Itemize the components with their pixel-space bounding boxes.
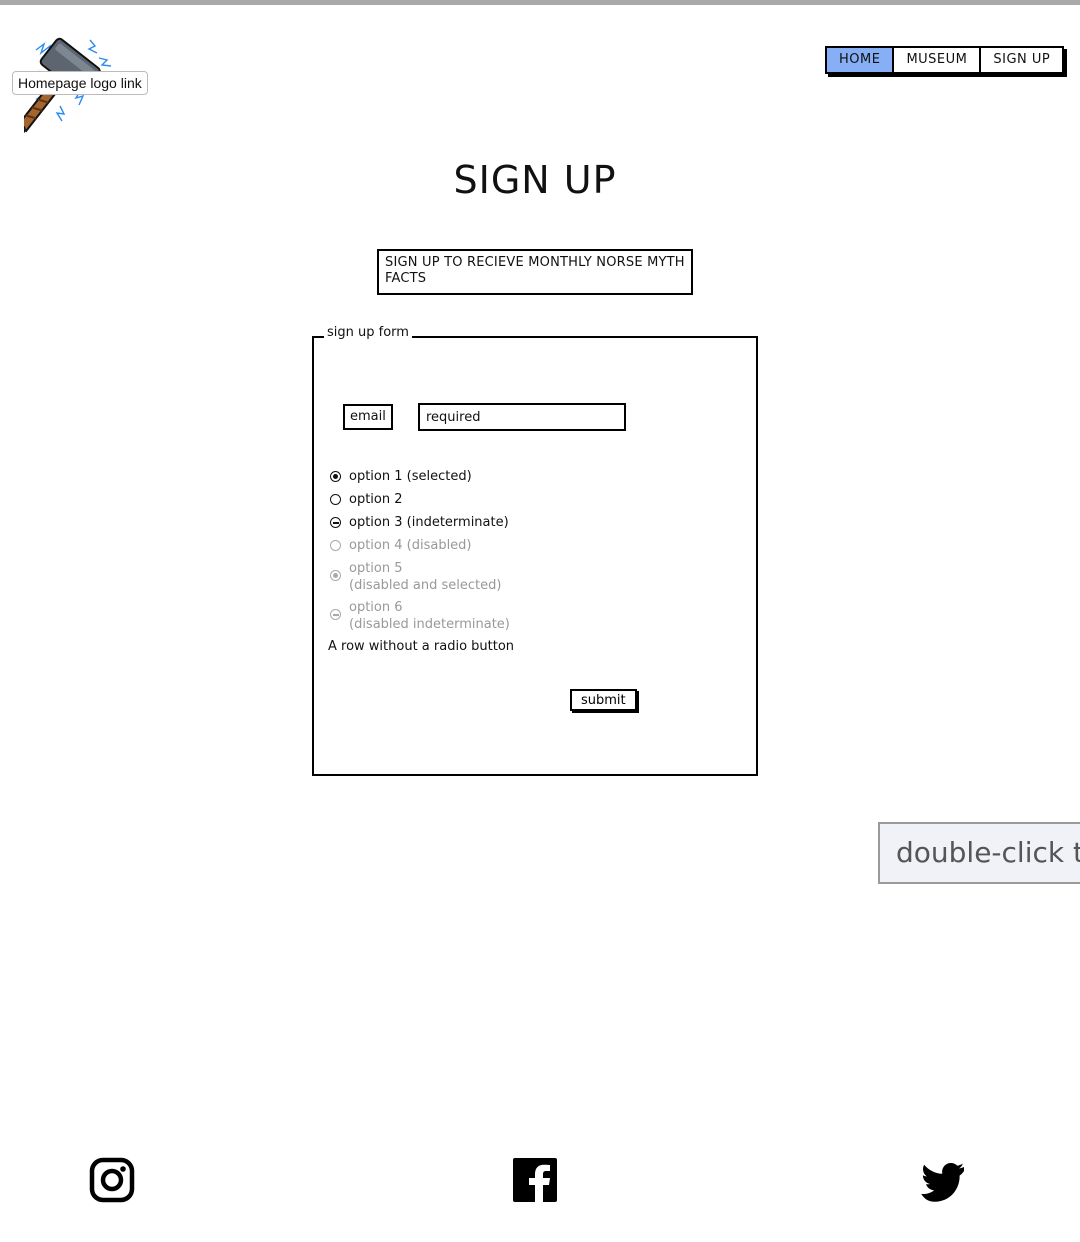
instagram-link[interactable] xyxy=(89,1157,135,1203)
radio-label: option 4 (disabled) xyxy=(349,538,472,553)
radio-disabled-selected-icon xyxy=(330,570,341,581)
twitter-icon xyxy=(921,1163,964,1202)
radio-sublabel: (disabled and selected) xyxy=(349,578,502,593)
radio-disabled-indeterminate-icon xyxy=(330,609,341,620)
facebook-icon xyxy=(513,1158,557,1202)
page-title: SIGN UP xyxy=(453,158,617,203)
top-border xyxy=(0,0,1080,5)
radio-icon[interactable] xyxy=(330,494,341,505)
radio-label: option 2 xyxy=(349,492,403,507)
radio-label: option 3 (indeterminate) xyxy=(349,515,509,530)
submit-button[interactable]: submit xyxy=(570,689,637,711)
sign-up-form xyxy=(312,336,758,776)
radio-label: option 5 xyxy=(349,561,403,576)
twitter-link[interactable] xyxy=(920,1157,966,1203)
radio-selected-icon[interactable] xyxy=(330,471,341,482)
radio-option-6: option 6 (disabled indeterminate) xyxy=(330,599,510,633)
facebook-link[interactable] xyxy=(512,1157,558,1203)
nav-home[interactable]: HOME xyxy=(827,48,895,72)
radio-disabled-icon xyxy=(330,540,341,551)
radio-option-1[interactable]: option 1 (selected) xyxy=(330,468,472,485)
radio-option-3[interactable]: option 3 (indeterminate) xyxy=(330,514,509,531)
email-input[interactable] xyxy=(418,403,626,431)
radio-option-2[interactable]: option 2 xyxy=(330,491,403,508)
radio-option-5: option 5 (disabled and selected) xyxy=(330,560,501,594)
form-legend: sign up form xyxy=(324,325,412,341)
radio-label: option 6 xyxy=(349,600,403,615)
radio-option-4: option 4 (disabled) xyxy=(330,537,472,554)
instagram-icon xyxy=(89,1157,135,1203)
nav-museum[interactable]: MUSEUM xyxy=(894,48,982,72)
radio-indeterminate-icon[interactable] xyxy=(330,517,341,528)
main-nav: HOME MUSEUM SIGN UP xyxy=(825,46,1065,74)
radio-sublabel: (disabled indeterminate) xyxy=(349,617,510,632)
plain-row-text: A row without a radio button xyxy=(328,639,515,654)
double-click-hint[interactable]: double-click to edit xyxy=(878,822,1080,884)
logo-tooltip: Homepage logo link xyxy=(12,71,148,95)
nav-sign-up[interactable]: SIGN UP xyxy=(981,48,1062,72)
promo-text: SIGN UP TO RECIEVE MONTHLY NORSE MYTH FA… xyxy=(377,249,693,295)
email-label: email xyxy=(343,404,393,430)
radio-label: option 1 (selected) xyxy=(349,469,472,484)
